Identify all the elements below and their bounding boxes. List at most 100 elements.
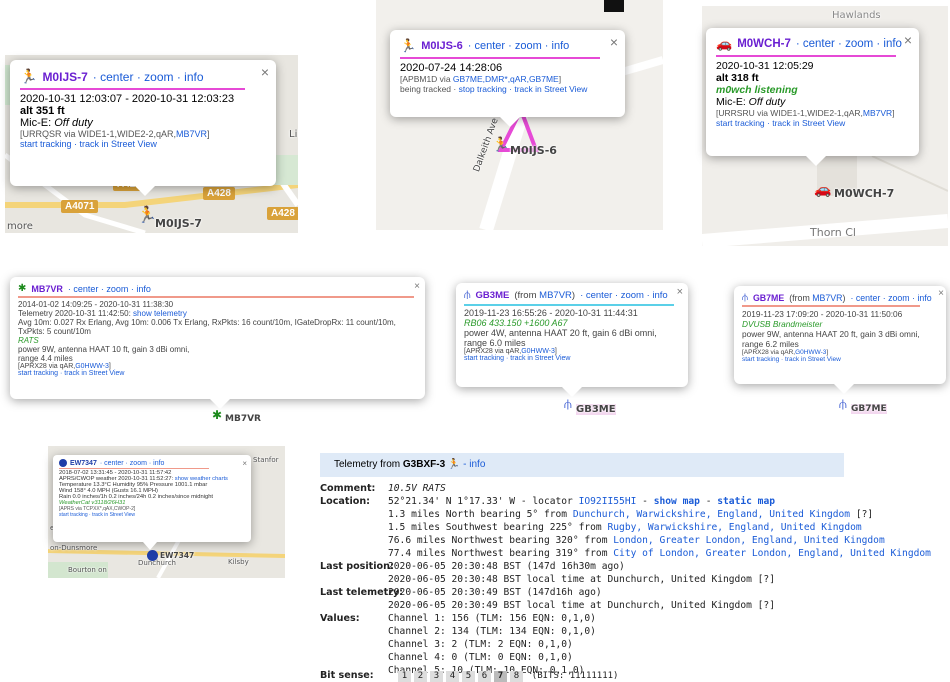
station-callsign[interactable]: EW7347 bbox=[70, 460, 97, 467]
last-position-local: 2020-06-05 20:30:48 BST local time at Du… bbox=[388, 574, 775, 585]
station-callsign[interactable]: GB7ME bbox=[753, 293, 784, 303]
station-map-label: GB7ME bbox=[851, 404, 887, 414]
station-time: 2020-10-31 12:05:29 bbox=[716, 60, 814, 72]
station-marker[interactable]: 🏃 bbox=[137, 205, 157, 225]
station-map-label: MB7VR bbox=[225, 414, 261, 424]
station-power: power 4W, antenna HAAT 20 ft, gain 6 dBi… bbox=[464, 328, 657, 338]
path-link[interactable]: G0HWW-3 bbox=[75, 363, 109, 370]
station-actions[interactable]: start tracking · track in Street View bbox=[18, 370, 417, 377]
close-icon[interactable]: × bbox=[242, 457, 247, 471]
path-link[interactable]: GB7ME,DMR*,qAR,GB7ME bbox=[453, 74, 559, 84]
values-label: Values: bbox=[320, 613, 360, 624]
path-link[interactable]: MB7VR bbox=[176, 129, 207, 139]
location-coords: 52°21.34' N 1°17.33' W - locator IO92II5… bbox=[388, 496, 776, 507]
path-link[interactable]: G0HWW-3 bbox=[521, 348, 555, 355]
station-nav-links[interactable]: · center · zoom · info bbox=[850, 293, 931, 303]
antenna-icon: ⫛ bbox=[742, 292, 748, 303]
last-telemetry-local: 2020-06-05 20:30:49 BST local time at Du… bbox=[388, 600, 775, 611]
bit-box: 5 bbox=[462, 671, 475, 682]
station-comment: RATS bbox=[18, 336, 39, 345]
info-link[interactable]: - info bbox=[463, 459, 485, 470]
station-callsign[interactable]: M0WCH-7 bbox=[737, 38, 791, 50]
place-label: Lilbo bbox=[289, 129, 298, 140]
bit-box: 8 bbox=[510, 671, 523, 682]
relay-link[interactable]: MB7VR bbox=[539, 290, 572, 301]
locator-link[interactable]: IO92II55HI bbox=[579, 496, 637, 507]
close-icon[interactable]: × bbox=[414, 280, 420, 294]
station-nav-links[interactable]: · center · zoom · info bbox=[796, 38, 902, 50]
station-actions[interactable]: start tracking · track in Street View bbox=[59, 512, 245, 518]
station-mic-e: Mic-E: Off duty bbox=[20, 117, 93, 129]
path-link[interactable]: G0HWW-3 bbox=[795, 349, 826, 356]
station-marker[interactable]: ⫛ bbox=[839, 396, 847, 412]
station-actions: being tracked · stop tracking · track in… bbox=[400, 84, 588, 94]
antenna-icon: ⫛ bbox=[564, 396, 572, 411]
bits-summary: (BITS: 11111111) bbox=[531, 671, 619, 681]
close-icon[interactable]: × bbox=[677, 285, 683, 299]
station-popup-m0wch-7: × 🚗 M0WCH-7 · center · zoom · info 2020-… bbox=[706, 28, 919, 166]
station-callsign[interactable]: M0IJS-7 bbox=[42, 70, 87, 84]
station-range: range 4.4 miles bbox=[18, 354, 73, 363]
station-actions[interactable]: start tracking · track in Street View bbox=[464, 355, 680, 362]
place-label: Dunchurch bbox=[138, 559, 176, 567]
station-nav-links[interactable]: · center · zoom · info bbox=[68, 284, 151, 294]
place-link[interactable]: Rugby, Warwickshire, England, United Kin… bbox=[608, 522, 862, 533]
station-nav-links[interactable]: · center · zoom · info bbox=[93, 70, 204, 84]
station-path: [APBM1D via GB7ME,DMR*,qAR,GB7ME] bbox=[400, 74, 562, 84]
telemetry-header-bar: Telemetry from G3BXF-3 🏃 - info bbox=[320, 453, 844, 477]
station-marker[interactable] bbox=[147, 550, 158, 561]
show-telemetry-link[interactable]: show telemetry bbox=[133, 309, 187, 318]
station-path: [APRX28 via qAR,G0HWW-3] bbox=[742, 349, 829, 356]
station-callsign[interactable]: M0IJS-6 bbox=[421, 40, 463, 52]
station-marker[interactable]: ✱ bbox=[212, 408, 222, 422]
place-label: on-Dunsmore bbox=[50, 544, 98, 552]
track-color-line bbox=[742, 305, 920, 307]
road-label: A4071 bbox=[61, 200, 99, 213]
close-icon[interactable]: × bbox=[610, 35, 618, 49]
close-icon[interactable]: × bbox=[904, 33, 912, 47]
relay-link[interactable]: MB7VR bbox=[812, 293, 842, 303]
runner-icon: 🏃 bbox=[400, 38, 417, 53]
runner-icon: 🏃 bbox=[20, 68, 38, 84]
weather-station-icon bbox=[59, 459, 67, 467]
close-icon[interactable]: × bbox=[938, 287, 944, 301]
street-label: Hawlands bbox=[832, 10, 881, 21]
station-power: power 9W, antenna HAAT 20 ft, gain 3 dBi… bbox=[742, 329, 920, 339]
location-distance: 1.3 miles North bearing 5° from Dunchurc… bbox=[388, 509, 874, 520]
location-distance: 1.5 miles Southwest bearing 225° from Ru… bbox=[388, 522, 862, 533]
station-marker[interactable]: ⫛ bbox=[564, 396, 572, 412]
place-link[interactable]: London, Greater London, England, United … bbox=[613, 535, 884, 546]
place-link[interactable]: City of London, Greater London, England,… bbox=[613, 548, 931, 559]
bit-sense-values: 12345678 (BITS: 11111111) bbox=[398, 670, 621, 682]
station-actions[interactable]: start tracking · track in Street View bbox=[20, 139, 266, 149]
show-map-link[interactable]: show map bbox=[654, 496, 700, 507]
station-actions[interactable]: start tracking · track in Street View bbox=[716, 118, 909, 128]
location-distance: 77.4 miles Northwest bearing 319° from C… bbox=[388, 548, 931, 559]
close-icon[interactable]: × bbox=[261, 65, 269, 79]
tracking-links[interactable]: stop tracking · track in Street View bbox=[459, 84, 588, 94]
static-map-link[interactable]: static map bbox=[717, 496, 775, 507]
station-nav-links[interactable]: · center · zoom · info bbox=[100, 460, 165, 467]
station-marker[interactable]: 🚗 bbox=[814, 181, 831, 198]
station-range: range 6.0 miles bbox=[464, 338, 526, 348]
street-label: Thorn Cl bbox=[810, 226, 856, 239]
channel-value: Channel 2: 134 (TLM: 134 EQN: 0,1,0) bbox=[388, 626, 596, 637]
last-telemetry-value: 2020-06-05 20:30:49 BST (147d16h ago) bbox=[388, 587, 602, 598]
bit-box: 6 bbox=[478, 671, 491, 682]
last-position-value: 2020-06-05 20:30:48 BST (147d 16h30m ago… bbox=[388, 561, 625, 572]
station-popup-gb3me: × ⫛ GB3ME (from MB7VR) · center · zoom ·… bbox=[456, 283, 688, 397]
runner-icon: 🏃 bbox=[492, 136, 510, 152]
station-callsign[interactable]: MB7VR bbox=[31, 284, 63, 294]
station-callsign[interactable]: GB3ME bbox=[476, 290, 510, 301]
station-map-label: M0IJS-6 bbox=[510, 144, 557, 157]
path-link[interactable]: MB7VR bbox=[863, 108, 892, 118]
station-nav-links[interactable]: · center · zoom · info bbox=[468, 40, 569, 52]
station-marker[interactable]: 🏃 bbox=[492, 136, 509, 153]
station-actions[interactable]: start tracking · track in Street View bbox=[742, 356, 938, 363]
runner-icon: 🏃 bbox=[137, 207, 157, 224]
station-nav-links[interactable]: · center · zoom · info bbox=[580, 290, 668, 301]
bit-box: 1 bbox=[398, 671, 411, 682]
station-map-label: GB3ME bbox=[576, 404, 616, 415]
telemetry-callsign: G3BXF-3 bbox=[402, 459, 446, 470]
place-link[interactable]: Dunchurch, Warwickshire, England, United… bbox=[573, 509, 850, 520]
